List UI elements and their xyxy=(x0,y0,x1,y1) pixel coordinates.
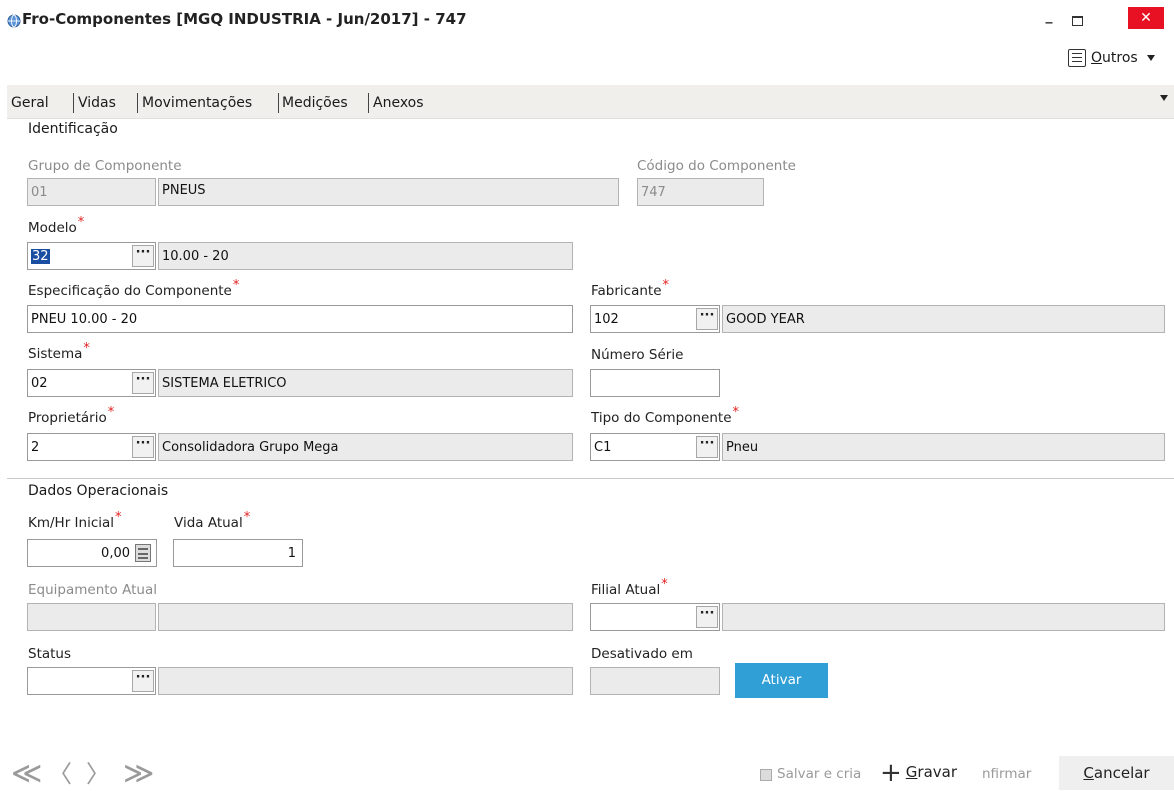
codigo-label: Código do Componente xyxy=(637,158,796,174)
section-divider xyxy=(7,478,1174,479)
required-marker: * xyxy=(115,510,122,525)
modelo-desc-field: 10.00 - 20 xyxy=(158,242,573,270)
fabricante-desc-field: GOOD YEAR xyxy=(722,305,1165,333)
section-title-dados-operacionais: Dados Operacionais xyxy=(28,483,169,499)
required-marker: * xyxy=(661,577,668,592)
tab-geral[interactable]: Geral xyxy=(11,95,49,111)
grupo-code-field: 01 xyxy=(27,178,156,206)
tab-separator xyxy=(368,93,369,113)
km-inicial-label: Km/Hr Inicial* xyxy=(28,510,122,531)
required-marker: * xyxy=(83,341,90,356)
tab-separator xyxy=(137,93,138,113)
tab-separator xyxy=(73,93,74,113)
filial-desc-field xyxy=(722,603,1165,631)
status-label: Status xyxy=(28,646,72,662)
required-marker: * xyxy=(732,405,740,420)
section-title-identificacao: Identificação xyxy=(28,121,118,137)
confirmar-button[interactable]: nfirmar xyxy=(982,766,1031,782)
list-icon xyxy=(1068,49,1086,67)
tabs-overflow-icon[interactable] xyxy=(1160,95,1168,101)
vida-atual-label: Vida Atual* xyxy=(174,510,251,531)
proprietario-lookup-button[interactable]: ··· xyxy=(132,436,154,458)
gravar-button[interactable]: + Gravar xyxy=(880,758,957,788)
app-globe-icon xyxy=(7,14,21,28)
prev-record-icon[interactable]: 〈 xyxy=(48,762,72,786)
tab-vidas[interactable]: Vidas xyxy=(78,95,116,111)
proprietario-desc-field: Consolidadora Grupo Mega xyxy=(158,433,573,461)
required-marker: * xyxy=(107,405,115,420)
title-bar: Fro-Componentes [MGQ INDUSTRIA - Jun/201… xyxy=(0,0,1174,44)
cancelar-button[interactable]: Cancelar xyxy=(1059,756,1174,790)
chevron-down-icon xyxy=(1147,55,1156,61)
tipo-lookup-button[interactable]: ··· xyxy=(696,436,718,458)
fabricante-label: Fabricante* xyxy=(591,278,670,299)
ativar-button[interactable]: Ativar xyxy=(735,663,828,698)
last-record-icon[interactable]: ≫ xyxy=(123,759,154,789)
outros-label: Outros xyxy=(1091,50,1138,66)
modelo-lookup-button[interactable]: ··· xyxy=(132,245,154,267)
codigo-field: 747 xyxy=(637,178,764,206)
maximize-button[interactable] xyxy=(1066,8,1088,30)
desativado-field xyxy=(590,667,720,695)
desativado-label: Desativado em xyxy=(591,646,693,662)
required-marker: * xyxy=(243,510,251,525)
equipamento-desc-field xyxy=(158,603,573,631)
tab-bar: Geral Vidas Movimentações Medições Anexo… xyxy=(7,85,1174,119)
tab-separator xyxy=(278,93,279,113)
next-record-icon[interactable]: 〉 xyxy=(86,762,110,786)
modelo-label: Modelo* xyxy=(28,215,85,236)
tab-movimentacoes[interactable]: Movimentações xyxy=(142,95,252,111)
status-lookup-button[interactable]: ··· xyxy=(132,670,154,692)
grupo-label: Grupo de Componente xyxy=(28,158,182,174)
sistema-label: Sistema* xyxy=(28,341,90,362)
tab-medicoes[interactable]: Medições xyxy=(282,95,348,111)
plus-icon: + xyxy=(880,758,902,788)
numero-serie-input[interactable] xyxy=(590,369,720,397)
especificacao-input[interactable]: PNEU 10.00 - 20 xyxy=(27,305,573,333)
window-title: Fro-Componentes [MGQ INDUSTRIA - Jun/201… xyxy=(22,10,467,28)
filial-lookup-button[interactable]: ··· xyxy=(696,606,718,628)
sistema-desc-field: SISTEMA ELETRICO xyxy=(158,369,573,397)
vida-atual-input[interactable]: 1 xyxy=(173,539,303,567)
required-marker: * xyxy=(232,278,240,293)
salvar-cria-label: Salvar e cria xyxy=(777,766,862,782)
salvar-cria-checkbox[interactable] xyxy=(760,769,772,781)
equipamento-code-field xyxy=(27,603,156,631)
fabricante-lookup-button[interactable]: ··· xyxy=(696,308,718,330)
equipamento-label: Equipamento Atual xyxy=(28,582,157,598)
required-marker: * xyxy=(662,278,670,293)
numero-serie-label: Número Série xyxy=(591,347,684,363)
minimize-button[interactable]: _ xyxy=(1038,8,1060,30)
maximize-icon xyxy=(1072,16,1083,26)
tab-anexos[interactable]: Anexos xyxy=(373,95,424,111)
status-desc-field xyxy=(158,667,573,695)
calculator-icon[interactable] xyxy=(135,544,151,562)
especificacao-label: Especificação do Componente* xyxy=(28,278,240,299)
filial-label: Filial Atual* xyxy=(591,577,668,598)
outros-menu-button[interactable]: Outros xyxy=(1068,49,1156,71)
tipo-desc-field: Pneu xyxy=(722,433,1165,461)
first-record-icon[interactable]: ≪ xyxy=(11,759,42,789)
close-button[interactable]: ✕ xyxy=(1128,7,1164,29)
tipo-label: Tipo do Componente* xyxy=(591,405,740,426)
sistema-lookup-button[interactable]: ··· xyxy=(132,372,154,394)
proprietario-label: Proprietário* xyxy=(28,405,115,426)
required-marker: * xyxy=(77,215,85,230)
grupo-desc-field: PNEUS xyxy=(158,178,619,206)
